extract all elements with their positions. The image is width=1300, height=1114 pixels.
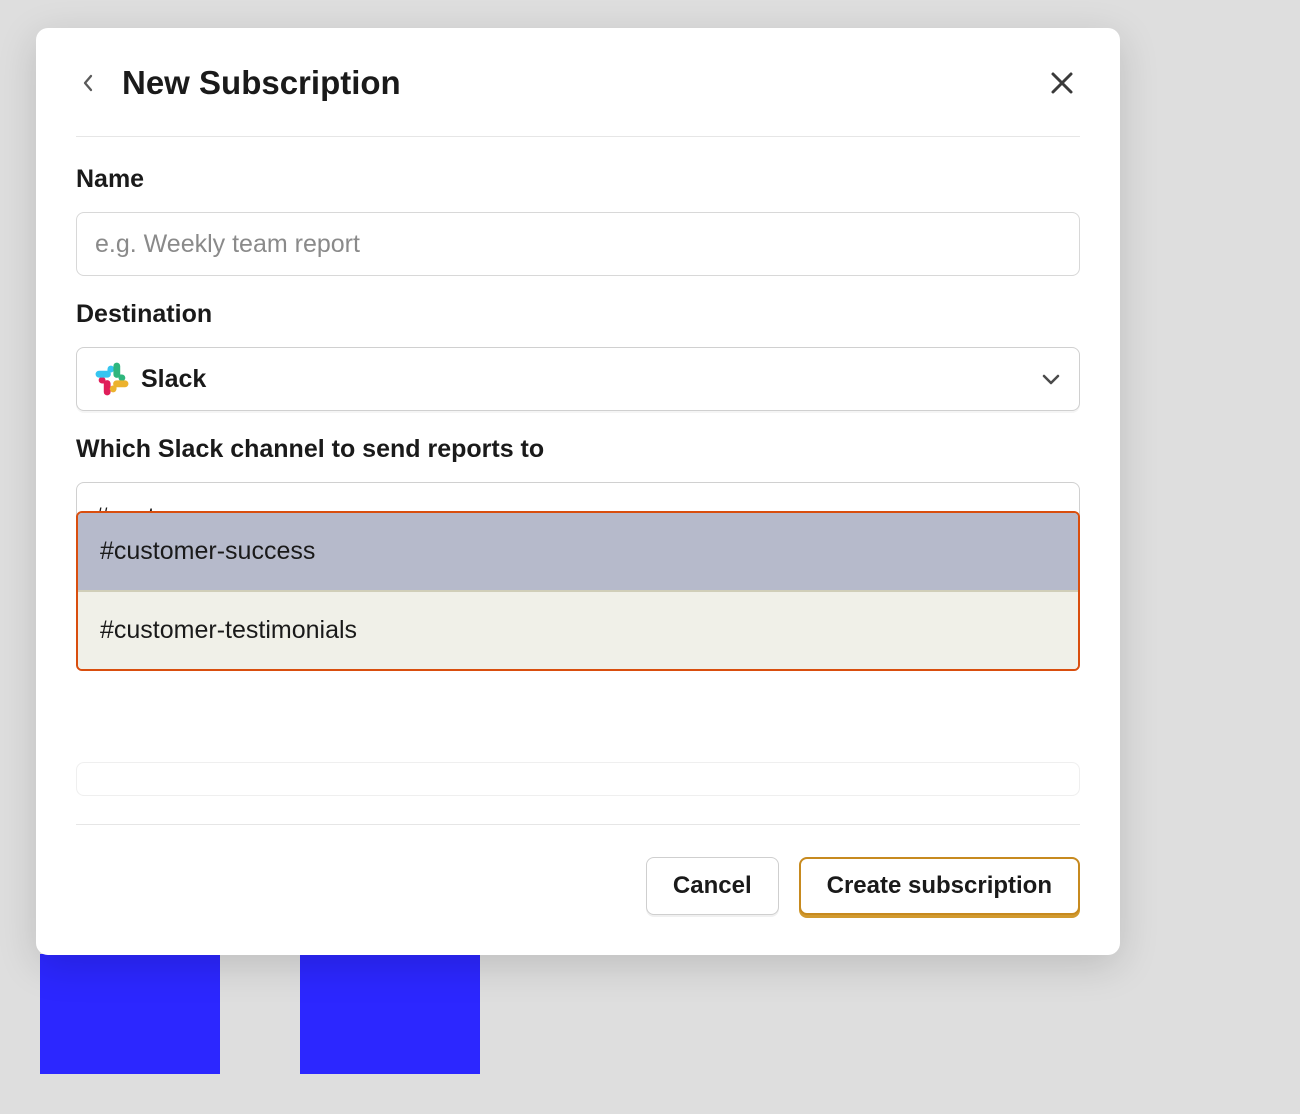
background-bar <box>300 954 480 1074</box>
dropdown-item-customer-success[interactable]: #customer-success <box>78 513 1078 590</box>
destination-label: Destination <box>76 300 1080 329</box>
create-subscription-button[interactable]: Create subscription <box>799 857 1080 915</box>
channel-autocomplete-dropdown: #customer-success #customer-testimonials <box>76 511 1080 671</box>
close-icon <box>1049 70 1075 96</box>
modal-header: New Subscription <box>76 64 1080 137</box>
name-label: Name <box>76 165 1080 194</box>
chevron-down-icon <box>1041 373 1061 385</box>
cancel-button[interactable]: Cancel <box>646 857 779 915</box>
new-subscription-modal: New Subscription Name Destination Slack <box>36 28 1120 955</box>
obscured-field-row <box>76 762 1080 796</box>
background-chart-bars <box>40 954 480 1074</box>
modal-title: New Subscription <box>122 64 1044 102</box>
chevron-left-icon <box>82 74 93 92</box>
slack-icon <box>95 362 129 396</box>
back-button[interactable] <box>76 72 98 94</box>
dropdown-item-customer-testimonials[interactable]: #customer-testimonials <box>78 592 1078 669</box>
close-button[interactable] <box>1044 65 1080 101</box>
background-bar <box>40 954 220 1074</box>
channel-label: Which Slack channel to send reports to <box>76 435 1080 464</box>
destination-value: Slack <box>141 365 1041 394</box>
destination-select[interactable]: Slack <box>76 347 1080 411</box>
name-input[interactable] <box>76 212 1080 276</box>
modal-footer: Cancel Create subscription <box>76 824 1080 915</box>
destination-field-group: Destination Slack <box>76 300 1080 411</box>
channel-field-group: Which Slack channel to send reports to #… <box>76 435 1080 796</box>
name-field-group: Name <box>76 165 1080 276</box>
